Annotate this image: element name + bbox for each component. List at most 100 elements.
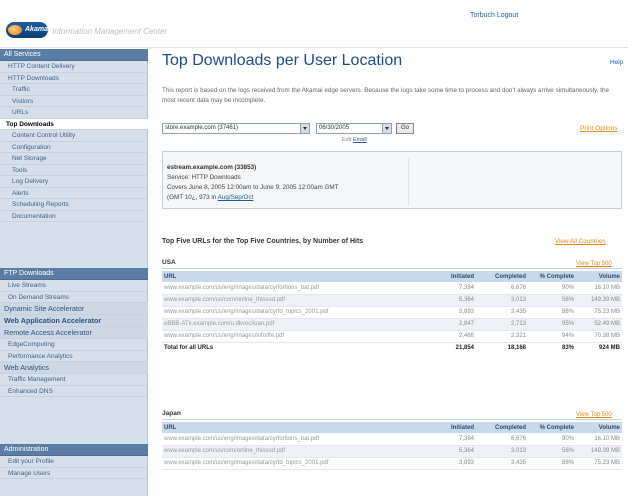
cell-initiated: 7,384 bbox=[422, 433, 476, 446]
sidebar-item[interactable]: HTTP Content Delivery bbox=[0, 61, 148, 73]
cell-url: Total for all URLs bbox=[164, 345, 214, 352]
sidebar-item[interactable]: Net Storage bbox=[0, 153, 148, 165]
cell-completed: 6,676 bbox=[476, 433, 528, 446]
cell-pct: 90% bbox=[528, 282, 576, 295]
report-info: estream.example.com (33853) Service: HTT… bbox=[163, 158, 409, 206]
user-logout-link[interactable]: Torbuch Logout bbox=[470, 12, 518, 19]
intro-text: This report is based on the logs receive… bbox=[162, 87, 609, 104]
sidebar-item[interactable]: Documentation bbox=[0, 211, 148, 222]
table-row: www.example.com/us/eng/images/data/cyrfo… bbox=[162, 433, 622, 446]
cell-initiated: 21,854 bbox=[455, 345, 474, 352]
table-row: www.example.com/us/eng/images/info/lfe.p… bbox=[162, 330, 622, 343]
sidebar-item[interactable]: Visitors bbox=[0, 96, 148, 107]
column-header[interactable]: % Complete bbox=[528, 422, 576, 433]
cell-pct: 83% bbox=[561, 345, 574, 352]
cell-pct: 56% bbox=[528, 294, 576, 307]
sidebar-item[interactable]: Web Analytics bbox=[0, 362, 148, 374]
table-row: www.example.com/us/com/online_thissud.pd… bbox=[162, 294, 622, 307]
info-timezone-link[interactable]: Aug/Sep/Oct bbox=[218, 194, 254, 201]
go-button[interactable]: Go bbox=[396, 123, 414, 134]
info-timezone: (GMT 10¿, 973 in Aug/Sep/Oct bbox=[167, 193, 404, 203]
cell-url[interactable]: www.example.com/us/eng/images/info/lfe.p… bbox=[162, 330, 422, 343]
info-cpcode: estream.example.com (33853) bbox=[167, 164, 257, 171]
cell-url[interactable]: www.example.com/us/eng/images/data/cyrfo… bbox=[162, 433, 422, 446]
sidebar-item[interactable]: Content Control Utility bbox=[0, 130, 148, 142]
sidebar-item[interactable]: Alerts bbox=[0, 188, 148, 199]
cell-volume: 149.39 MB bbox=[576, 294, 622, 307]
help-link[interactable]: Help bbox=[610, 59, 623, 66]
sidebar-item[interactable]: Remote Access Accelerator bbox=[0, 327, 148, 339]
logo-text: Akamai bbox=[25, 26, 50, 33]
column-header[interactable]: Initiated bbox=[422, 422, 476, 433]
sidebar-item[interactable]: Log Delivery bbox=[0, 176, 148, 188]
cell-pct: 95% bbox=[528, 318, 576, 331]
cell-url[interactable]: eBBB-ATk.example.com/u.dkvoc/loan.pdf bbox=[162, 318, 422, 331]
sidebar-item[interactable]: Traffic bbox=[0, 84, 148, 96]
sidebar-item[interactable]: Enhanced DNS bbox=[0, 386, 148, 397]
column-header[interactable]: Volume bbox=[576, 422, 622, 433]
nav-group-heading[interactable]: FTP Downloads bbox=[0, 268, 148, 280]
sidebar-item[interactable]: HTTP Downloads bbox=[0, 73, 148, 84]
cell-url[interactable]: www.example.com/us/eng/images/data/cyrfo… bbox=[162, 282, 422, 295]
column-header[interactable]: URL bbox=[162, 271, 422, 282]
info-coverage: Covers June 8, 2005 12:00am to June 9, 2… bbox=[167, 184, 339, 191]
cell-completed: 18,168 bbox=[507, 345, 526, 352]
cell-pct: 56% bbox=[528, 445, 576, 458]
sidebar-item[interactable]: EdgeComputing bbox=[0, 339, 148, 351]
cell-url[interactable]: www.example.com/us/eng/images/data/cyrfd… bbox=[162, 306, 422, 319]
sidebar-item[interactable]: Scheduling Reports bbox=[0, 199, 148, 211]
nav-group-ftp: FTP Downloads Live Streams On Demand Stre… bbox=[0, 268, 148, 397]
sidebar-item[interactable]: Web Application Accelerator bbox=[0, 315, 148, 327]
cell-volume: 70.38 MB bbox=[576, 330, 622, 343]
column-header[interactable]: % Complete bbox=[528, 271, 576, 282]
table-row: eBBB-ATk.example.com/u.dkvoc/loan.pdf 2,8… bbox=[162, 318, 622, 331]
sidebar-item[interactable]: Tools bbox=[0, 165, 148, 176]
cpcode-select[interactable]: store.example.com (37461) bbox=[162, 123, 310, 134]
date-select-value: 06/30/2005 bbox=[319, 125, 350, 131]
sidebar-item[interactable]: Dynamic Site Accelerator bbox=[0, 303, 148, 315]
cell-initiated: 7,384 bbox=[422, 282, 476, 295]
print-options-link[interactable]: Print Options bbox=[580, 125, 618, 132]
cell-url[interactable]: www.example.com/us/com/online_thissud.pd… bbox=[162, 294, 422, 307]
sidebar-item[interactable]: Configuration bbox=[0, 142, 148, 153]
sidebar-item[interactable]: Live Streams bbox=[0, 280, 148, 292]
column-header[interactable]: Volume bbox=[576, 271, 622, 282]
cell-volume: 16.10 MB bbox=[576, 282, 622, 295]
cell-pct: 88% bbox=[528, 306, 576, 319]
product-name: Information Management Center bbox=[52, 27, 168, 36]
cell-completed: 2,321 bbox=[476, 330, 528, 343]
date-select[interactable]: 06/30/2005 bbox=[316, 123, 392, 134]
info-service: Service: HTTP Downloads bbox=[167, 174, 241, 181]
nav-group-heading[interactable]: All Services bbox=[0, 49, 148, 61]
table-row: www.example.com/us/com/online_thissud.pd… bbox=[162, 445, 622, 458]
column-header[interactable]: Completed bbox=[476, 271, 528, 282]
sidebar-item[interactable]: Top Downloads bbox=[0, 118, 148, 130]
column-header[interactable]: Completed bbox=[476, 422, 528, 433]
view-top-500-link[interactable]: View Top 500 bbox=[576, 412, 612, 418]
sidebar-item[interactable]: Performance Analytics bbox=[0, 351, 148, 362]
cell-initiated: 3,893 bbox=[422, 306, 476, 319]
cell-initiated: 2,847 bbox=[422, 318, 476, 331]
cell-url[interactable]: www.example.com/us/com/online_thissud.pd… bbox=[162, 445, 422, 458]
column-header[interactable]: Initiated bbox=[422, 271, 476, 282]
table-row: www.example.com/us/eng/images/data/cyrfo… bbox=[162, 282, 622, 295]
select-hint-link[interactable]: Email bbox=[353, 137, 367, 143]
section-title: Top Five URLs for the Top Five Countries… bbox=[162, 238, 364, 245]
cell-volume: 924 MB bbox=[598, 345, 620, 352]
nav-group-admin: Administration Edit your Profile Manage U… bbox=[0, 444, 148, 479]
sidebar-item[interactable]: Manage Users bbox=[0, 468, 148, 479]
sidebar-item[interactable]: Traffic Management bbox=[0, 374, 148, 386]
column-header[interactable]: URL bbox=[162, 422, 422, 433]
view-top-500-link[interactable]: View Top 500 bbox=[576, 261, 612, 267]
nav-group-heading[interactable]: Administration bbox=[0, 444, 148, 456]
akamai-logo[interactable]: Akamai bbox=[6, 22, 50, 38]
sidebar-item[interactable]: Edit your Profile bbox=[0, 456, 148, 468]
table-row: www.example.com/us/eng/images/data/cyrfd… bbox=[162, 306, 622, 319]
cell-volume: 16.10 MB bbox=[576, 433, 622, 446]
view-all-countries-link[interactable]: View All Countries bbox=[555, 238, 606, 245]
country-heading: Japan bbox=[162, 410, 181, 417]
cell-url[interactable]: www.example.com/us/eng/images/data/cyrfd… bbox=[162, 457, 422, 470]
sidebar-item[interactable]: On Demand Streams bbox=[0, 292, 148, 303]
downloads-table: URL Initiated Completed% Complete Volume ww… bbox=[162, 422, 622, 470]
sidebar-item[interactable]: URLs bbox=[0, 107, 148, 119]
